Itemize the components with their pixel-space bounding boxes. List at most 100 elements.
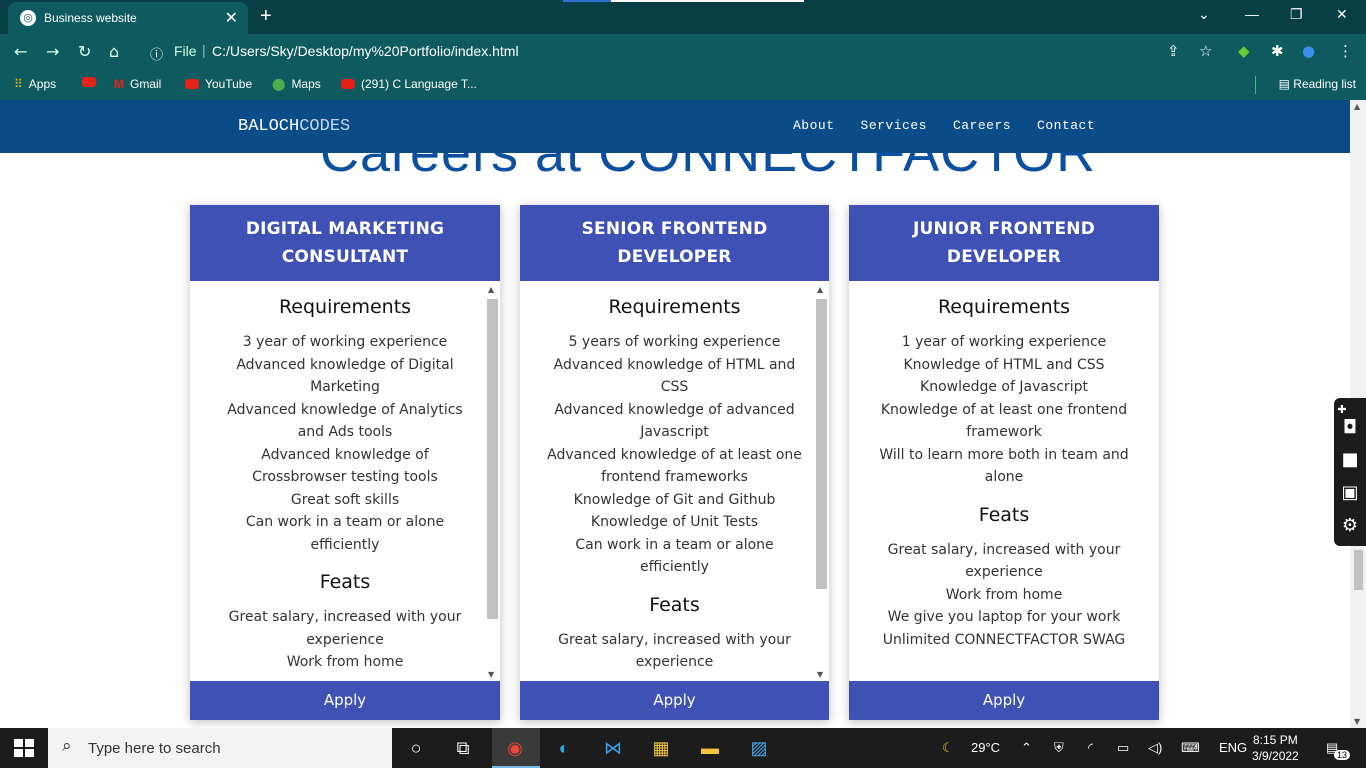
file-explorer-icon[interactable]: ▬ xyxy=(697,736,723,760)
video-camera-icon[interactable]: ■ xyxy=(1338,448,1362,472)
bookmark-apps[interactable]: ⠿ Apps xyxy=(14,77,56,91)
chrome-icon[interactable]: ◉ xyxy=(502,736,528,760)
bookmark-c-language[interactable]: (291) C Language T... xyxy=(341,77,477,91)
system-clock[interactable]: 8:15 PM 3/9/2022 xyxy=(1252,732,1299,764)
scroll-up-arrow-icon[interactable]: ▲ xyxy=(488,285,494,294)
share-icon[interactable]: ⇪ xyxy=(1167,42,1180,60)
card-scrollbar[interactable]: ▲ ▼ xyxy=(815,285,827,679)
apps-grid-icon: ⠿ xyxy=(14,77,23,91)
tab-search-chevron-icon[interactable]: ⌄ xyxy=(1198,6,1210,23)
settings-gear-icon[interactable]: ⚙ xyxy=(1338,514,1362,538)
weather-temperature[interactable]: 29°C xyxy=(971,740,1000,755)
nav-contact[interactable]: Contact xyxy=(1037,118,1095,133)
brand-part-2: CODES xyxy=(299,117,351,136)
profile-avatar-icon[interactable]: ● xyxy=(1302,42,1315,60)
vscode-icon[interactable]: ⋈ xyxy=(600,736,626,760)
edge-icon[interactable]: ◐ xyxy=(551,736,577,760)
address-separator: | xyxy=(202,42,206,58)
bookmark-maps[interactable]: ⬤ Maps xyxy=(272,77,321,91)
battery-icon[interactable]: ▭ xyxy=(1117,740,1129,756)
apply-button[interactable]: Apply xyxy=(849,681,1159,720)
feats-heading: Feats xyxy=(978,503,1030,526)
minimize-icon[interactable]: — xyxy=(1245,6,1259,22)
show-hidden-icons-chevron-icon[interactable]: ⌃ xyxy=(1021,740,1032,756)
page-load-progress xyxy=(563,0,804,2)
home-icon[interactable]: ⌂ xyxy=(109,42,119,61)
browser-toolbar: ← → ↻ ⌂ ⓘ File | C:/Users/Sky/Desktop/my… xyxy=(0,34,1366,70)
bookmark-youtube[interactable]: YouTube xyxy=(185,77,252,91)
site-logo[interactable]: BALOCHCODES xyxy=(238,117,350,136)
scroll-thumb[interactable] xyxy=(487,299,498,619)
gallery-icon[interactable]: ▣ xyxy=(1338,481,1362,505)
job-title-line: DEVELOPER xyxy=(617,247,732,267)
feat-item: We give you laptop for your work xyxy=(887,609,1121,625)
new-tab-icon[interactable]: + xyxy=(260,5,272,28)
requirements-heading: Requirements xyxy=(278,296,412,318)
job-card-title: SENIOR FRONTEND DEVELOPER xyxy=(520,205,829,281)
back-icon[interactable]: ← xyxy=(14,42,27,61)
job-card-body[interactable]: Requirements 5 years of working experien… xyxy=(520,281,829,679)
reading-list-button[interactable]: ▤ Reading list xyxy=(1279,77,1356,91)
extensions-puzzle-icon[interactable]: ✱ xyxy=(1271,42,1284,60)
nav-services[interactable]: Services xyxy=(861,118,927,133)
clock-time: 8:15 PM xyxy=(1253,733,1298,747)
wifi-icon[interactable]: ◜ xyxy=(1088,740,1093,756)
card-scrollbar[interactable]: ▲ ▼ xyxy=(486,285,498,679)
store-icon[interactable]: ▦ xyxy=(648,736,674,760)
site-info-icon[interactable]: ⓘ xyxy=(150,44,163,63)
weather-icon[interactable]: ☾ xyxy=(942,740,954,756)
restore-icon[interactable]: ❐ xyxy=(1290,6,1303,23)
feats-heading: Feats xyxy=(649,593,700,616)
security-shield-icon[interactable]: ⛨ xyxy=(1054,740,1064,756)
bookmarks-divider xyxy=(1255,76,1256,94)
windows-start-icon[interactable] xyxy=(14,739,34,757)
browser-tab[interactable]: ◎ Business website ✕ xyxy=(8,2,248,34)
notifications-count: 13 xyxy=(1334,750,1351,760)
task-view-icon[interactable]: ⧉ xyxy=(450,736,476,760)
input-language[interactable]: ENG xyxy=(1219,740,1247,755)
job-card-body[interactable]: Requirements 3 year of working experienc… xyxy=(190,281,500,679)
camera-icon[interactable]: ◘ xyxy=(1338,416,1362,440)
close-window-icon[interactable]: ✕ xyxy=(1336,6,1348,23)
bookmark-youtube-shortcut[interactable] xyxy=(82,77,96,87)
apply-button[interactable]: Apply xyxy=(520,681,829,720)
bookmark-star-icon[interactable]: ☆ xyxy=(1199,42,1212,60)
requirement-item: Great soft skills xyxy=(290,491,400,508)
page-scroll-up-icon[interactable]: ▲ xyxy=(1354,102,1360,111)
requirement-item: Knowledge of Javascript xyxy=(920,379,1088,395)
cortana-icon[interactable]: ○ xyxy=(403,736,429,760)
page-viewport: Careers at CONNECTFACTOR BALOCHCODES Abo… xyxy=(0,100,1350,728)
requirement-item: Knowledge of at least one frontend frame… xyxy=(880,401,1128,441)
photos-app-icon[interactable]: ▨ xyxy=(746,736,772,760)
scroll-thumb[interactable] xyxy=(816,299,827,589)
scroll-up-arrow-icon[interactable]: ▲ xyxy=(817,285,823,294)
address-url[interactable]: C:/Users/Sky/Desktop/my%20Portfolio/inde… xyxy=(212,43,519,59)
scroll-down-arrow-icon[interactable]: ▼ xyxy=(817,670,823,679)
page-scroll-down-icon[interactable]: ▼ xyxy=(1354,717,1360,726)
job-title-line: DEVELOPER xyxy=(946,247,1062,267)
requirement-item: Can work in a team or alone efficiently xyxy=(245,514,445,553)
apply-button[interactable]: Apply xyxy=(190,681,500,720)
forward-icon[interactable]: → xyxy=(46,42,59,61)
keyboard-icon[interactable]: ⌨ xyxy=(1181,740,1200,756)
requirement-item: 1 year of working experience xyxy=(901,334,1107,350)
scroll-down-arrow-icon[interactable]: ▼ xyxy=(488,670,494,679)
address-bar[interactable]: ⓘ File | C:/Users/Sky/Desktop/my%20Portf… xyxy=(140,38,1230,66)
close-tab-icon[interactable]: ✕ xyxy=(225,8,238,28)
youtube-icon xyxy=(341,79,355,89)
requirement-item: Advanced knowledge of Digital Marketing xyxy=(236,356,454,396)
search-icon: ⌕ xyxy=(62,736,72,755)
nav-about[interactable]: About xyxy=(793,118,835,133)
reload-icon[interactable]: ↻ xyxy=(78,42,91,61)
maps-icon: ⬤ xyxy=(272,77,286,91)
page-scroll-thumb[interactable] xyxy=(1354,550,1363,590)
taskbar-search-box[interactable]: ⌕ Type here to search xyxy=(48,728,392,768)
menu-kebab-icon[interactable]: ⋮ xyxy=(1338,42,1353,60)
nav-careers[interactable]: Careers xyxy=(953,118,1011,133)
job-title-line: CONSULTANT xyxy=(281,247,409,267)
feat-item: Great salary, increased with your experi… xyxy=(228,609,462,648)
extension-icon[interactable]: ◆ xyxy=(1238,42,1250,60)
bookmark-gmail[interactable]: M Gmail xyxy=(114,77,161,91)
address-scheme-label: File xyxy=(174,43,197,59)
volume-icon[interactable]: ◁) xyxy=(1148,740,1162,756)
